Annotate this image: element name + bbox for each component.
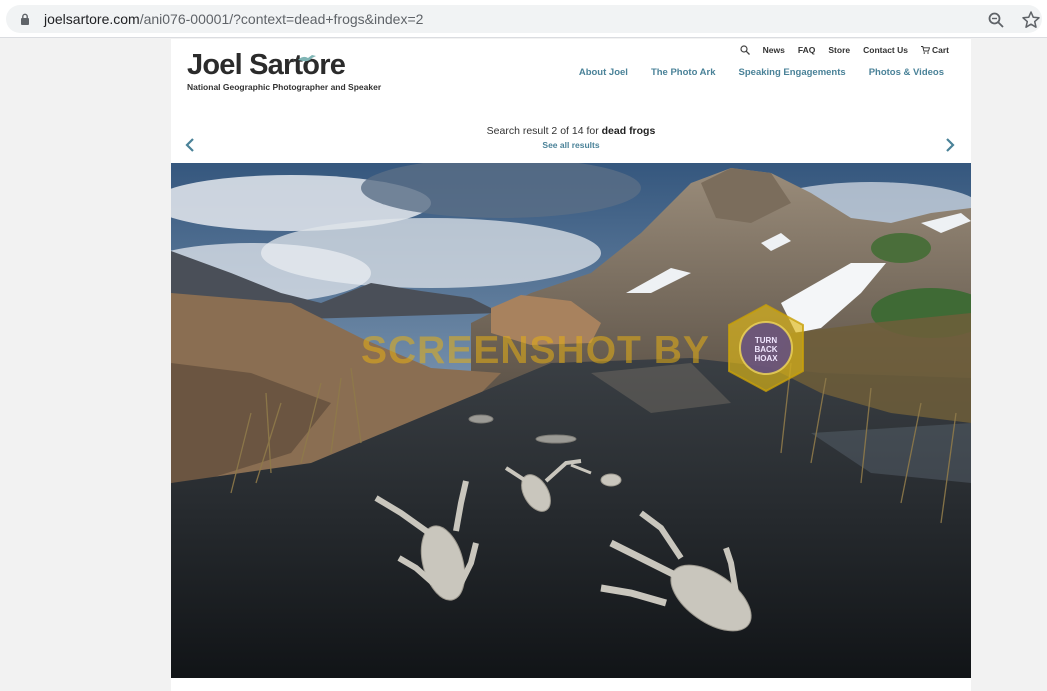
next-result-arrow-icon[interactable] bbox=[945, 138, 955, 152]
star-icon[interactable] bbox=[1021, 10, 1041, 30]
bird-icon bbox=[298, 55, 316, 62]
result-prefix: Search result 2 of 14 for bbox=[486, 125, 602, 137]
nav-contact-us[interactable]: Contact Us bbox=[863, 45, 908, 55]
photo-illustration bbox=[171, 163, 971, 678]
lock-icon[interactable] bbox=[20, 13, 30, 25]
zoom-icon[interactable] bbox=[987, 11, 1005, 29]
see-all-results-link[interactable]: See all results bbox=[171, 140, 971, 150]
search-icon[interactable] bbox=[740, 45, 750, 55]
url-domain: joelsartore.com bbox=[44, 11, 140, 27]
nav-news[interactable]: News bbox=[763, 45, 785, 55]
search-result-bar: Search result 2 of 14 for dead frogs See… bbox=[171, 125, 971, 150]
main-nav: About Joel The Photo Ark Speaking Engage… bbox=[579, 67, 944, 78]
main-photo: SCREENSHOT BY TURN BACK HOAX bbox=[171, 163, 971, 678]
badge-text-turn: TURN bbox=[755, 336, 777, 345]
result-count: Search result 2 of 14 for dead frogs bbox=[171, 125, 971, 137]
browser-address-bar: joelsartore.com/ani076-00001/?context=de… bbox=[0, 0, 1047, 38]
cart-icon bbox=[920, 46, 930, 54]
url-path: /ani076-00001/?context=dead+frogs&index=… bbox=[139, 11, 424, 27]
cart-label: Cart bbox=[931, 45, 949, 55]
nav-photos-videos[interactable]: Photos & Videos bbox=[869, 67, 944, 78]
result-query: dead frogs bbox=[601, 125, 656, 137]
nav-about-joel[interactable]: About Joel bbox=[579, 67, 628, 78]
nav-faq[interactable]: FAQ bbox=[798, 45, 815, 55]
url-field[interactable]: joelsartore.com/ani076-00001/?context=de… bbox=[6, 5, 1042, 33]
url-text[interactable]: joelsartore.com/ani076-00001/?context=de… bbox=[44, 11, 423, 27]
badge-text-back: BACK bbox=[754, 345, 777, 354]
nav-store[interactable]: Store bbox=[828, 45, 850, 55]
turn-back-hoax-badge-icon: TURN BACK HOAX bbox=[728, 303, 804, 393]
page-content: Joel Sartore National Geographic Photogr… bbox=[171, 39, 971, 691]
nav-cart[interactable]: Cart bbox=[920, 45, 949, 55]
logo-name: Joel Sartore bbox=[187, 49, 346, 81]
watermark-text: SCREENSHOT BY bbox=[361, 329, 710, 372]
badge-text-hoax: HOAX bbox=[754, 354, 778, 363]
site-logo[interactable]: Joel Sartore National Geographic Photogr… bbox=[187, 49, 381, 92]
nav-speaking[interactable]: Speaking Engagements bbox=[739, 67, 846, 78]
nav-photo-ark[interactable]: The Photo Ark bbox=[651, 67, 716, 78]
utility-nav: News FAQ Store Contact Us Cart bbox=[740, 45, 949, 55]
logo-tagline: National Geographic Photographer and Spe… bbox=[187, 82, 382, 92]
